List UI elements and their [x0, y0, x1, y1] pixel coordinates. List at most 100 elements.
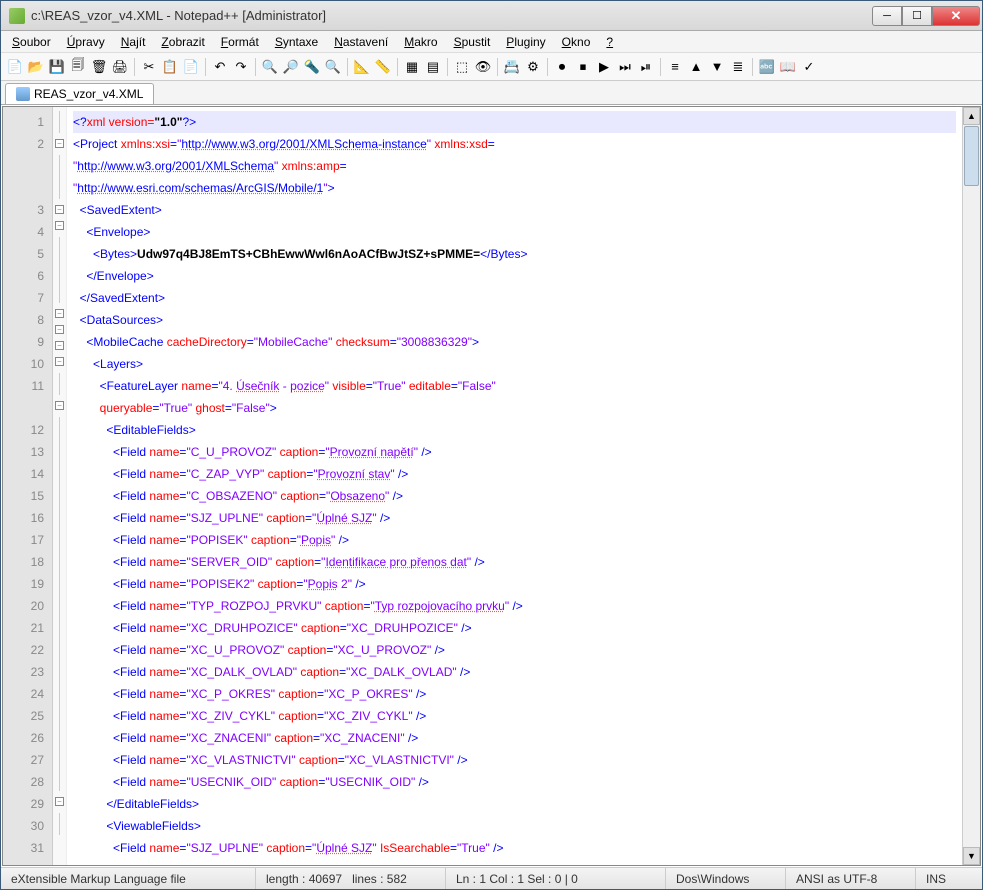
- minimize-button[interactable]: ─: [872, 6, 902, 26]
- scroll-up-icon[interactable]: ▲: [963, 107, 980, 125]
- code-line[interactable]: <MobileCache cacheDirectory="MobileCache…: [73, 331, 956, 353]
- file-tab[interactable]: REAS_vzor_v4.XML: [5, 83, 154, 104]
- toolbar-button[interactable]: ✓: [799, 57, 819, 77]
- code-line[interactable]: "http://www.esri.com/schemas/ArcGIS/Mobi…: [73, 177, 956, 199]
- code-line[interactable]: "http://www.w3.org/2001/XMLSchema" xmlns…: [73, 155, 956, 177]
- toolbar-button[interactable]: ▤: [423, 57, 443, 77]
- toolbar-button[interactable]: 🔎: [281, 57, 301, 77]
- code-line[interactable]: <Field name="XC_P_OKRES" caption="XC_P_O…: [73, 683, 956, 705]
- code-line[interactable]: <Project xmlns:xsi="http://www.w3.org/20…: [73, 133, 956, 155]
- code-line[interactable]: <Field name="POPISEK2" caption="Popis 2"…: [73, 573, 956, 595]
- toolbar-button[interactable]: 👁: [473, 57, 493, 77]
- fold-toggle-icon[interactable]: −: [55, 139, 64, 148]
- code-line[interactable]: <Field name="XC_U_PROVOZ" caption="XC_U_…: [73, 639, 956, 661]
- menu-spustit[interactable]: Spustit: [447, 33, 498, 51]
- code-line[interactable]: <Field name="SJZ_UPLNE" caption="Úplné S…: [73, 837, 956, 859]
- menu-okno[interactable]: Okno: [555, 33, 598, 51]
- toolbar-button[interactable]: ⏯: [636, 57, 656, 77]
- toolbar-button[interactable]: 🔍: [323, 57, 343, 77]
- toolbar-button[interactable]: ↶: [210, 57, 230, 77]
- toolbar-button[interactable]: 💾: [47, 57, 67, 77]
- code-line[interactable]: <Field name="C_OBSAZENO" caption="Obsaze…: [73, 485, 956, 507]
- fold-toggle-icon[interactable]: −: [55, 221, 64, 230]
- toolbar-button[interactable]: ≣: [728, 57, 748, 77]
- toolbar-button[interactable]: 📂: [26, 57, 46, 77]
- toolbar-button[interactable]: 📋: [160, 57, 180, 77]
- toolbar-button[interactable]: 📄: [181, 57, 201, 77]
- code-line[interactable]: <Field name="SJZ_UPLNE" caption="Úplné S…: [73, 507, 956, 529]
- menu-pluginy[interactable]: Pluginy: [499, 33, 552, 51]
- toolbar-button[interactable]: ▲: [686, 57, 706, 77]
- toolbar-button[interactable]: ✂: [139, 57, 159, 77]
- toolbar-button[interactable]: ⬚: [452, 57, 472, 77]
- code-line[interactable]: <SavedExtent>: [73, 199, 956, 221]
- toolbar-button[interactable]: 🔍: [260, 57, 280, 77]
- editor[interactable]: 1234567891011121314151617181920212223242…: [3, 107, 962, 865]
- toolbar-button[interactable]: 🗑: [89, 57, 109, 77]
- fold-toggle-icon[interactable]: −: [55, 325, 64, 334]
- toolbar-button[interactable]: ⏺: [552, 57, 572, 77]
- menu-nastavení[interactable]: Nastavení: [327, 33, 395, 51]
- toolbar-button[interactable]: ↷: [231, 57, 251, 77]
- fold-toggle-icon[interactable]: −: [55, 797, 64, 806]
- code-line[interactable]: <Field name="POPISEK" caption="Popis" />: [73, 529, 956, 551]
- menu-najít[interactable]: Najít: [114, 33, 153, 51]
- toolbar-button[interactable]: ⏹: [573, 57, 593, 77]
- toolbar-button[interactable]: ▦: [402, 57, 422, 77]
- code-line[interactable]: </Envelope>: [73, 265, 956, 287]
- fold-toggle-icon[interactable]: −: [55, 357, 64, 366]
- fold-toggle-icon[interactable]: −: [55, 341, 64, 350]
- toolbar-button[interactable]: 📐: [352, 57, 372, 77]
- code-line[interactable]: <EditableFields>: [73, 419, 956, 441]
- code-line[interactable]: <?xml version="1.0"?>: [73, 111, 956, 133]
- toolbar-button[interactable]: 🗐: [68, 57, 88, 77]
- code-line[interactable]: </SavedExtent>: [73, 287, 956, 309]
- fold-toggle-icon[interactable]: −: [55, 309, 64, 318]
- code-line[interactable]: <Field name="C_ZAP_VYP" caption="Provozn…: [73, 463, 956, 485]
- titlebar[interactable]: c:\REAS_vzor_v4.XML - Notepad++ [Adminis…: [1, 1, 982, 31]
- toolbar-button[interactable]: 🔦: [302, 57, 322, 77]
- code-line[interactable]: <Field name="TYP_ROZPOJ_PRVKU" caption="…: [73, 595, 956, 617]
- code-line[interactable]: queryable="True" ghost="False">: [73, 397, 956, 419]
- code-area[interactable]: <?xml version="1.0"?><Project xmlns:xsi=…: [67, 107, 962, 865]
- scroll-thumb[interactable]: [964, 126, 979, 186]
- scroll-down-icon[interactable]: ▼: [963, 847, 980, 865]
- code-line[interactable]: <Field name="XC_DALK_OVLAD" caption="XC_…: [73, 661, 956, 683]
- code-line[interactable]: <Bytes>Udw97q4BJ8EmTS+CBhEwwWwl6nAoACfBw…: [73, 243, 956, 265]
- code-line[interactable]: <DataSources>: [73, 309, 956, 331]
- code-line[interactable]: </EditableFields>: [73, 793, 956, 815]
- vertical-scrollbar[interactable]: ▲ ▼: [962, 107, 980, 865]
- menu-zobrazit[interactable]: Zobrazit: [154, 33, 211, 51]
- toolbar-button[interactable]: ▼: [707, 57, 727, 77]
- close-button[interactable]: ✕: [932, 6, 980, 26]
- code-line[interactable]: <Field name="XC_DRUHPOZICE" caption="XC_…: [73, 617, 956, 639]
- code-line[interactable]: <Layers>: [73, 353, 956, 375]
- code-line[interactable]: <Field name="XC_ZNACENI" caption="XC_ZNA…: [73, 727, 956, 749]
- toolbar-button[interactable]: 🔤: [757, 57, 777, 77]
- toolbar-button[interactable]: 📄: [5, 57, 25, 77]
- fold-gutter[interactable]: − − − − − − − − −: [53, 107, 67, 865]
- toolbar-button[interactable]: ⚙: [523, 57, 543, 77]
- toolbar-button[interactable]: ⏭: [615, 57, 635, 77]
- toolbar-button[interactable]: 📇: [502, 57, 522, 77]
- code-line[interactable]: <Envelope>: [73, 221, 956, 243]
- menu-úpravy[interactable]: Úpravy: [60, 33, 112, 51]
- menu-formát[interactable]: Formát: [214, 33, 266, 51]
- toolbar-button[interactable]: 🖨: [110, 57, 130, 77]
- scroll-track[interactable]: [963, 187, 980, 847]
- fold-toggle-icon[interactable]: −: [55, 205, 64, 214]
- code-line[interactable]: <Field name="SERVER_OID" caption="Identi…: [73, 551, 956, 573]
- maximize-button[interactable]: ☐: [902, 6, 932, 26]
- code-line[interactable]: <Field name="XC_VLASTNICTVI" caption="XC…: [73, 749, 956, 771]
- menu-soubor[interactable]: Soubor: [5, 33, 58, 51]
- toolbar-button[interactable]: ▶: [594, 57, 614, 77]
- code-line[interactable]: <ViewableFields>: [73, 815, 956, 837]
- toolbar-button[interactable]: 📏: [373, 57, 393, 77]
- code-line[interactable]: <Field name="USECNIK_OID" caption="USECN…: [73, 771, 956, 793]
- code-line[interactable]: <Field name="C_U_PROVOZ" caption="Provoz…: [73, 441, 956, 463]
- fold-toggle-icon[interactable]: −: [55, 401, 64, 410]
- menu-syntaxe[interactable]: Syntaxe: [268, 33, 325, 51]
- menu-?[interactable]: ?: [599, 33, 620, 51]
- toolbar-button[interactable]: 📖: [778, 57, 798, 77]
- toolbar-button[interactable]: ≡: [665, 57, 685, 77]
